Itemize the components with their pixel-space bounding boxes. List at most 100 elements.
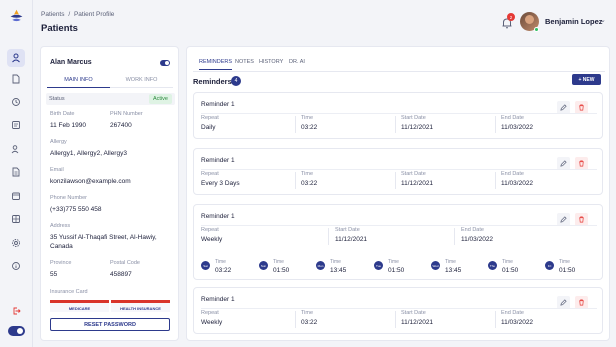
tab-history[interactable]: HISTORY: [259, 59, 283, 69]
time-value: 03:22: [301, 124, 318, 131]
theme-toggle[interactable]: [8, 326, 25, 336]
insurance-label: Insurance Card: [50, 289, 88, 295]
email-label: Email: [50, 167, 64, 173]
logo-icon: [10, 9, 23, 22]
divider: [201, 169, 597, 170]
time-field: Time 03:22: [301, 171, 317, 187]
breadcrumb: Patients / Patient Profile: [41, 11, 114, 18]
phn-value: 267400: [110, 122, 132, 129]
repeat-value: Daily: [201, 124, 216, 131]
sidebar-item-calendar[interactable]: [7, 187, 25, 205]
insurance-card-medicare[interactable]: MEDICARE: [50, 300, 109, 312]
day-time-label: Time: [215, 259, 226, 265]
tab-main-info[interactable]: MAIN INFO: [47, 77, 110, 88]
tab-notes[interactable]: NOTES: [235, 59, 254, 69]
address-value: 35 Yussif Al-Thaqafi Street, Al-Hawiy, C…: [50, 234, 157, 250]
status-row: Status Active: [46, 93, 175, 105]
trash-icon: [579, 216, 584, 223]
reminder-card: Reminder 1 Repeat Every 3 Days Time 03:22 …: [193, 148, 603, 195]
day-time-label: Time: [502, 259, 513, 265]
sidebar-item-info[interactable]: [7, 257, 25, 275]
sidebar-item-files[interactable]: [7, 70, 25, 88]
logout-icon: [13, 307, 21, 315]
time-value: 03:22: [301, 319, 318, 326]
column-divider: [495, 116, 496, 133]
activity-icon: [12, 98, 20, 106]
postal-code-value: 458897: [110, 271, 132, 278]
end-date-value: 11/03/2022: [461, 236, 494, 243]
reset-password-button[interactable]: RESET PASSWORD: [50, 318, 170, 331]
start-date-label: Start Date: [401, 115, 426, 121]
patient-active-toggle[interactable]: [160, 60, 170, 66]
gear-icon: [12, 239, 20, 247]
chevron-down-icon[interactable]: ⌄: [600, 16, 606, 24]
province-label: Province: [50, 260, 72, 266]
time-value: 03:22: [301, 180, 318, 187]
day-time-value: 01:50: [388, 267, 405, 274]
sidebar-item-patients[interactable]: [7, 49, 25, 67]
sidebar-item-documents[interactable]: [7, 163, 25, 181]
address-label: Address: [50, 223, 71, 229]
sidebar-item-settings[interactable]: [7, 234, 25, 252]
calendar-icon: [12, 192, 20, 200]
column-divider: [295, 172, 296, 189]
reminder-card: Reminder 1 Repeat Weekly Time 03:22 Start …: [193, 287, 603, 334]
column-divider: [395, 172, 396, 189]
birth-date-value: 11 Feb 1990: [50, 122, 87, 129]
province-value: 55: [50, 271, 58, 278]
day-time-value: 13:45: [445, 267, 462, 274]
divider: [201, 308, 597, 309]
tabs-divider: [193, 71, 605, 72]
tab-work-info[interactable]: WORK INFO: [110, 77, 173, 88]
user-name[interactable]: Benjamin Lopez: [545, 17, 603, 26]
sidebar-item-activity[interactable]: [7, 93, 25, 111]
divider: [201, 225, 597, 226]
patients-icon: [12, 53, 20, 63]
end-date-label: End Date: [501, 171, 524, 177]
logout-button[interactable]: [7, 302, 25, 320]
start-date-field: Start Date 11/12/2021: [401, 310, 433, 326]
breadcrumb-separator: /: [68, 11, 71, 18]
repeat-field: Repeat Every 3 Days: [201, 171, 240, 187]
repeat-field: Repeat Daily: [201, 115, 219, 131]
day-time-value: 03:22: [215, 267, 232, 274]
day-badge: Sun: [259, 261, 268, 270]
insurance-card-health[interactable]: HEALTH INSURANCE: [111, 300, 170, 312]
notes-icon: [12, 121, 20, 129]
time-label: Time: [301, 115, 314, 121]
start-date-value: 11/12/2021: [335, 236, 368, 243]
end-date-field: End Date 11/03/2022: [501, 171, 533, 187]
phone-value: (+33)775 550 458: [50, 206, 102, 213]
insurance-cards: MEDICARE HEALTH INSURANCE: [50, 300, 170, 312]
pencil-icon: [560, 160, 567, 167]
page-title: Patients: [41, 23, 78, 34]
repeat-field: Repeat Weekly: [201, 227, 222, 243]
column-divider: [328, 228, 329, 245]
start-date-value: 11/12/2021: [401, 180, 434, 187]
repeat-value: Weekly: [201, 319, 223, 326]
day-badge: Sat: [201, 261, 210, 270]
time-label: Time: [301, 310, 314, 316]
sidebar-item-users[interactable]: [7, 140, 25, 158]
new-reminder-button[interactable]: + NEW: [572, 74, 601, 85]
sidebar-item-notes[interactable]: [7, 116, 25, 134]
grid-icon: [12, 215, 20, 223]
phn-label: PHN Number: [110, 111, 143, 117]
day-time-label: Time: [388, 259, 399, 265]
column-divider: [495, 172, 496, 189]
online-status-dot: [534, 27, 539, 32]
start-date-value: 11/12/2021: [401, 319, 434, 326]
tab-dr-ai[interactable]: DR. AI: [289, 59, 305, 69]
day-time-label: Time: [445, 259, 456, 265]
start-date-label: Start Date: [335, 227, 360, 233]
day-time-value: 01:50: [273, 267, 290, 274]
reminders-title: Reminders: [193, 77, 232, 86]
end-date-field: End Date 11/03/2022: [501, 115, 533, 131]
tab-reminders[interactable]: REMINDERS: [199, 59, 233, 70]
sidebar-item-grid[interactable]: [7, 210, 25, 228]
repeat-label: Repeat: [201, 115, 219, 121]
column-divider: [295, 116, 296, 133]
start-date-field: Start Date 11/12/2021: [335, 227, 367, 243]
reminder-name: Reminder 1: [201, 101, 235, 108]
breadcrumb-root[interactable]: Patients: [41, 11, 65, 18]
